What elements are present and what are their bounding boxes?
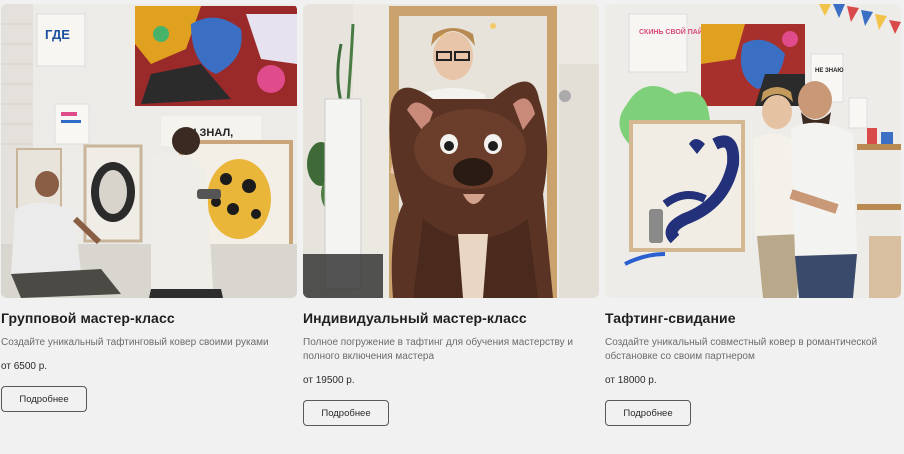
service-card-group: ГДЕ ТЫ ЗНАЛ, Групповой мастер-класс Созд… <box>1 4 297 412</box>
card-description: Полное погружение в тафтинг для обучения… <box>303 337 573 362</box>
card-title: Групповой мастер-класс <box>1 310 175 326</box>
card-description: Создайте уникальный тафтинговый ковер св… <box>1 337 269 348</box>
service-card-individual: Индивидуальный мастер-класс Полное погру… <box>303 4 599 426</box>
individual-masterclass-image <box>303 4 599 298</box>
individual-masterclass-photo[interactable] <box>303 4 599 298</box>
tufting-date-image: СКИНЬ СВОЙ ПАЙФАСТ НЕ ЗНАЮ <box>605 4 901 298</box>
card-description: Создайте уникальный совместный ковер в р… <box>605 337 878 362</box>
service-card-date: СКИНЬ СВОЙ ПАЙФАСТ НЕ ЗНАЮ Тафтинг-свида… <box>605 4 901 426</box>
tufting-date-photo[interactable]: СКИНЬ СВОЙ ПАЙФАСТ НЕ ЗНАЮ <box>605 4 901 298</box>
card-price: от 6500 р. <box>1 361 48 372</box>
details-button[interactable]: Подробнее <box>303 400 389 426</box>
card-price: от 18000 р. <box>605 375 657 386</box>
group-masterclass-image: ГДЕ ТЫ ЗНАЛ, <box>1 4 297 298</box>
details-button[interactable]: Подробнее <box>605 400 691 426</box>
card-title: Тафтинг-свидание <box>605 310 736 326</box>
details-button[interactable]: Подробнее <box>1 386 87 412</box>
card-title: Индивидуальный мастер-класс <box>303 310 527 326</box>
group-masterclass-photo[interactable]: ГДЕ ТЫ ЗНАЛ, <box>1 4 297 298</box>
card-price: от 19500 р. <box>303 375 355 386</box>
photo-sign-dont-know: НЕ ЗНАЮ <box>815 68 844 74</box>
photo-sign-where: ГДЕ <box>45 27 70 42</box>
